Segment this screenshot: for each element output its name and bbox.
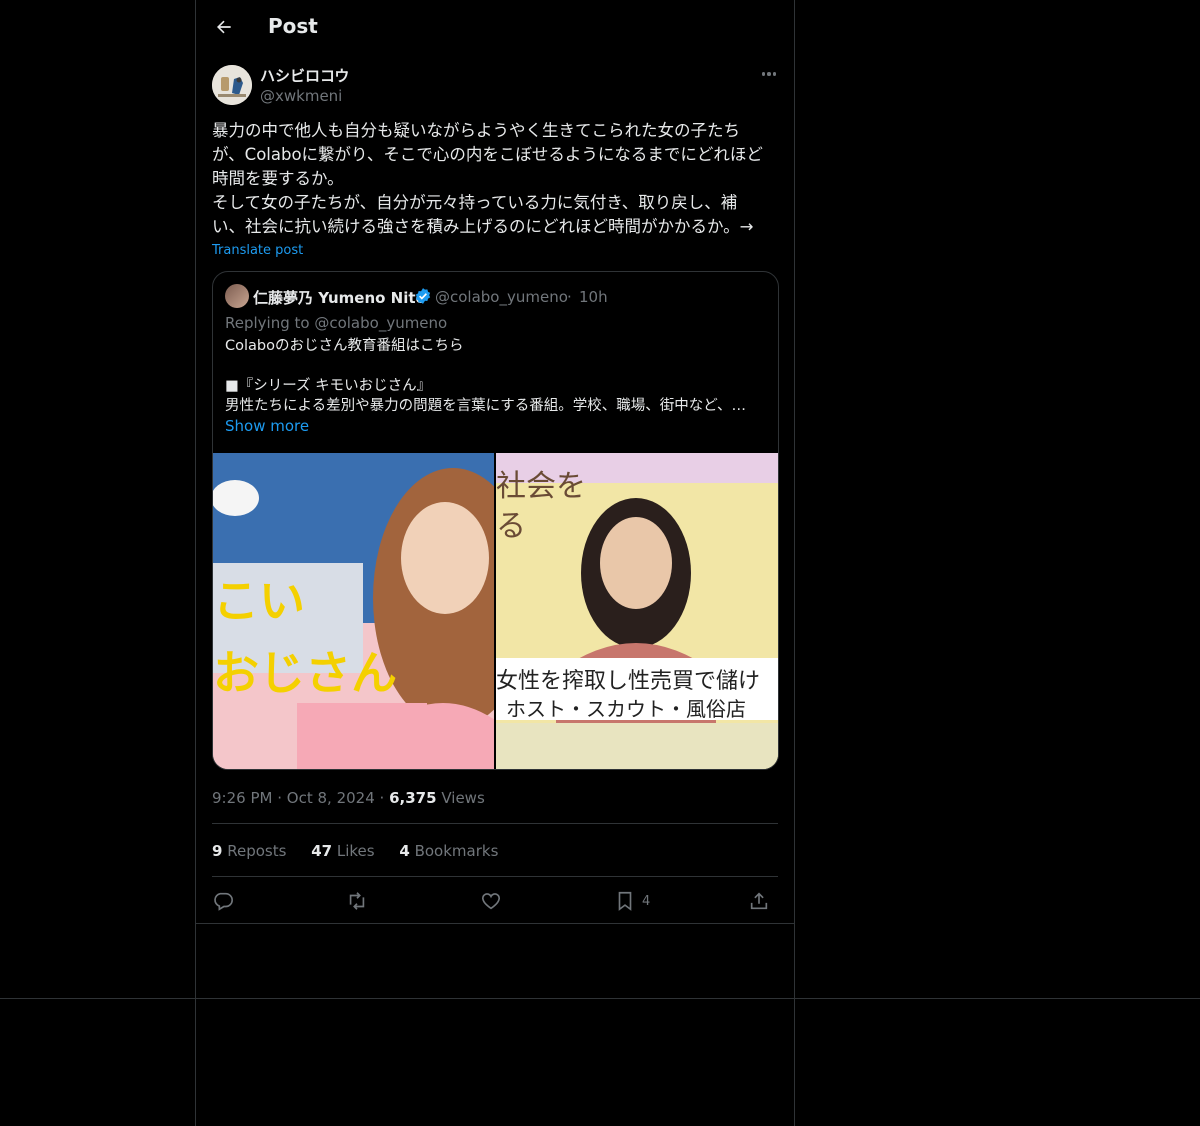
translate-post-link[interactable]: Translate post: [212, 243, 303, 258]
media-image-left[interactable]: こい おじさん: [213, 453, 494, 769]
repost-icon: [349, 892, 365, 910]
post-bottom-border: [196, 923, 794, 924]
likes-stat[interactable]: 47 Likes: [311, 842, 374, 860]
post-stats: 9 Reposts 47 Likes 4 Bookmarks: [212, 842, 518, 860]
divider: [212, 823, 778, 824]
separator: ·: [567, 288, 572, 306]
reposts-stat[interactable]: 9 Reposts: [212, 842, 286, 860]
post-time[interactable]: 9:26 PM: [212, 789, 272, 807]
more-button[interactable]: [756, 64, 782, 84]
bookmark-button[interactable]: 4: [614, 888, 650, 914]
avatar[interactable]: [212, 65, 252, 105]
quoted-avatar[interactable]: [225, 284, 249, 308]
share-icon: [750, 892, 768, 910]
back-arrow-icon: [217, 20, 231, 34]
views-count: 6,375: [389, 789, 437, 807]
show-more-link[interactable]: Show more: [225, 417, 309, 435]
media-right-caption-1: 女性を搾取し性売買で儲け: [496, 669, 761, 694]
post-text: 暴力の中で他人も自分も疑いながらようやく生きてこられた女の子たち が、Colab…: [212, 121, 763, 236]
quoted-author-name[interactable]: 仁藤夢乃 Yumeno Nito: [253, 287, 426, 308]
media-right-caption-2: ホスト・スカウト・風俗店: [506, 697, 746, 721]
more-icon: [761, 72, 766, 76]
quoted-post[interactable]: 仁藤夢乃 Yumeno Nito @colabo_yumeno · 10h Re…: [212, 271, 779, 770]
reply-icon: [214, 892, 233, 911]
media-right-top-text: 社会を る: [496, 469, 586, 544]
page-title: Post: [268, 14, 318, 38]
author-name[interactable]: ハシビロコウ: [260, 65, 349, 86]
replying-to: Replying to @colabo_yumeno: [225, 314, 448, 332]
views-label: Views: [441, 789, 485, 807]
action-bar: 4: [212, 888, 778, 914]
reply-button[interactable]: [212, 888, 234, 914]
repost-button[interactable]: [346, 888, 368, 914]
media-left-caption: こい おじさん: [213, 574, 397, 700]
divider: [212, 876, 778, 877]
bookmark-icon: [618, 891, 632, 911]
quoted-time[interactable]: 10h: [579, 288, 608, 306]
quoted-text: Colaboのおじさん教育番組はこちら ■『シリーズ キモいおじさん』 男性たち…: [225, 338, 746, 414]
bookmark-count: 4: [642, 893, 651, 909]
like-icon: [481, 893, 501, 910]
bookmarks-stat[interactable]: 4 Bookmarks: [399, 842, 498, 860]
post-meta: 9:26 PM · Oct 8, 2024 · 6,375 Views: [212, 789, 485, 807]
quoted-author-handle[interactable]: @colabo_yumeno: [435, 288, 568, 306]
media-image-right[interactable]: 社会を る 女性を搾取し性売買で儲け ホスト・スカウト・風俗店: [496, 453, 778, 769]
post-date[interactable]: Oct 8, 2024: [287, 789, 375, 807]
header: Post: [196, 0, 794, 54]
verified-badge-icon: [415, 288, 431, 304]
author-handle[interactable]: @xwkmeni: [260, 87, 342, 105]
quoted-media[interactable]: こい おじさん 社会を る 女性を搾取し性売買で儲け ホスト・スカウト・風俗店: [213, 453, 778, 769]
share-button[interactable]: [748, 888, 770, 914]
like-button[interactable]: [480, 888, 502, 914]
back-button[interactable]: [210, 13, 238, 41]
post-column: Post ハシビロコウ @xwkmeni 暴力の中で他人も自分も疑いながらようや…: [195, 0, 795, 1126]
